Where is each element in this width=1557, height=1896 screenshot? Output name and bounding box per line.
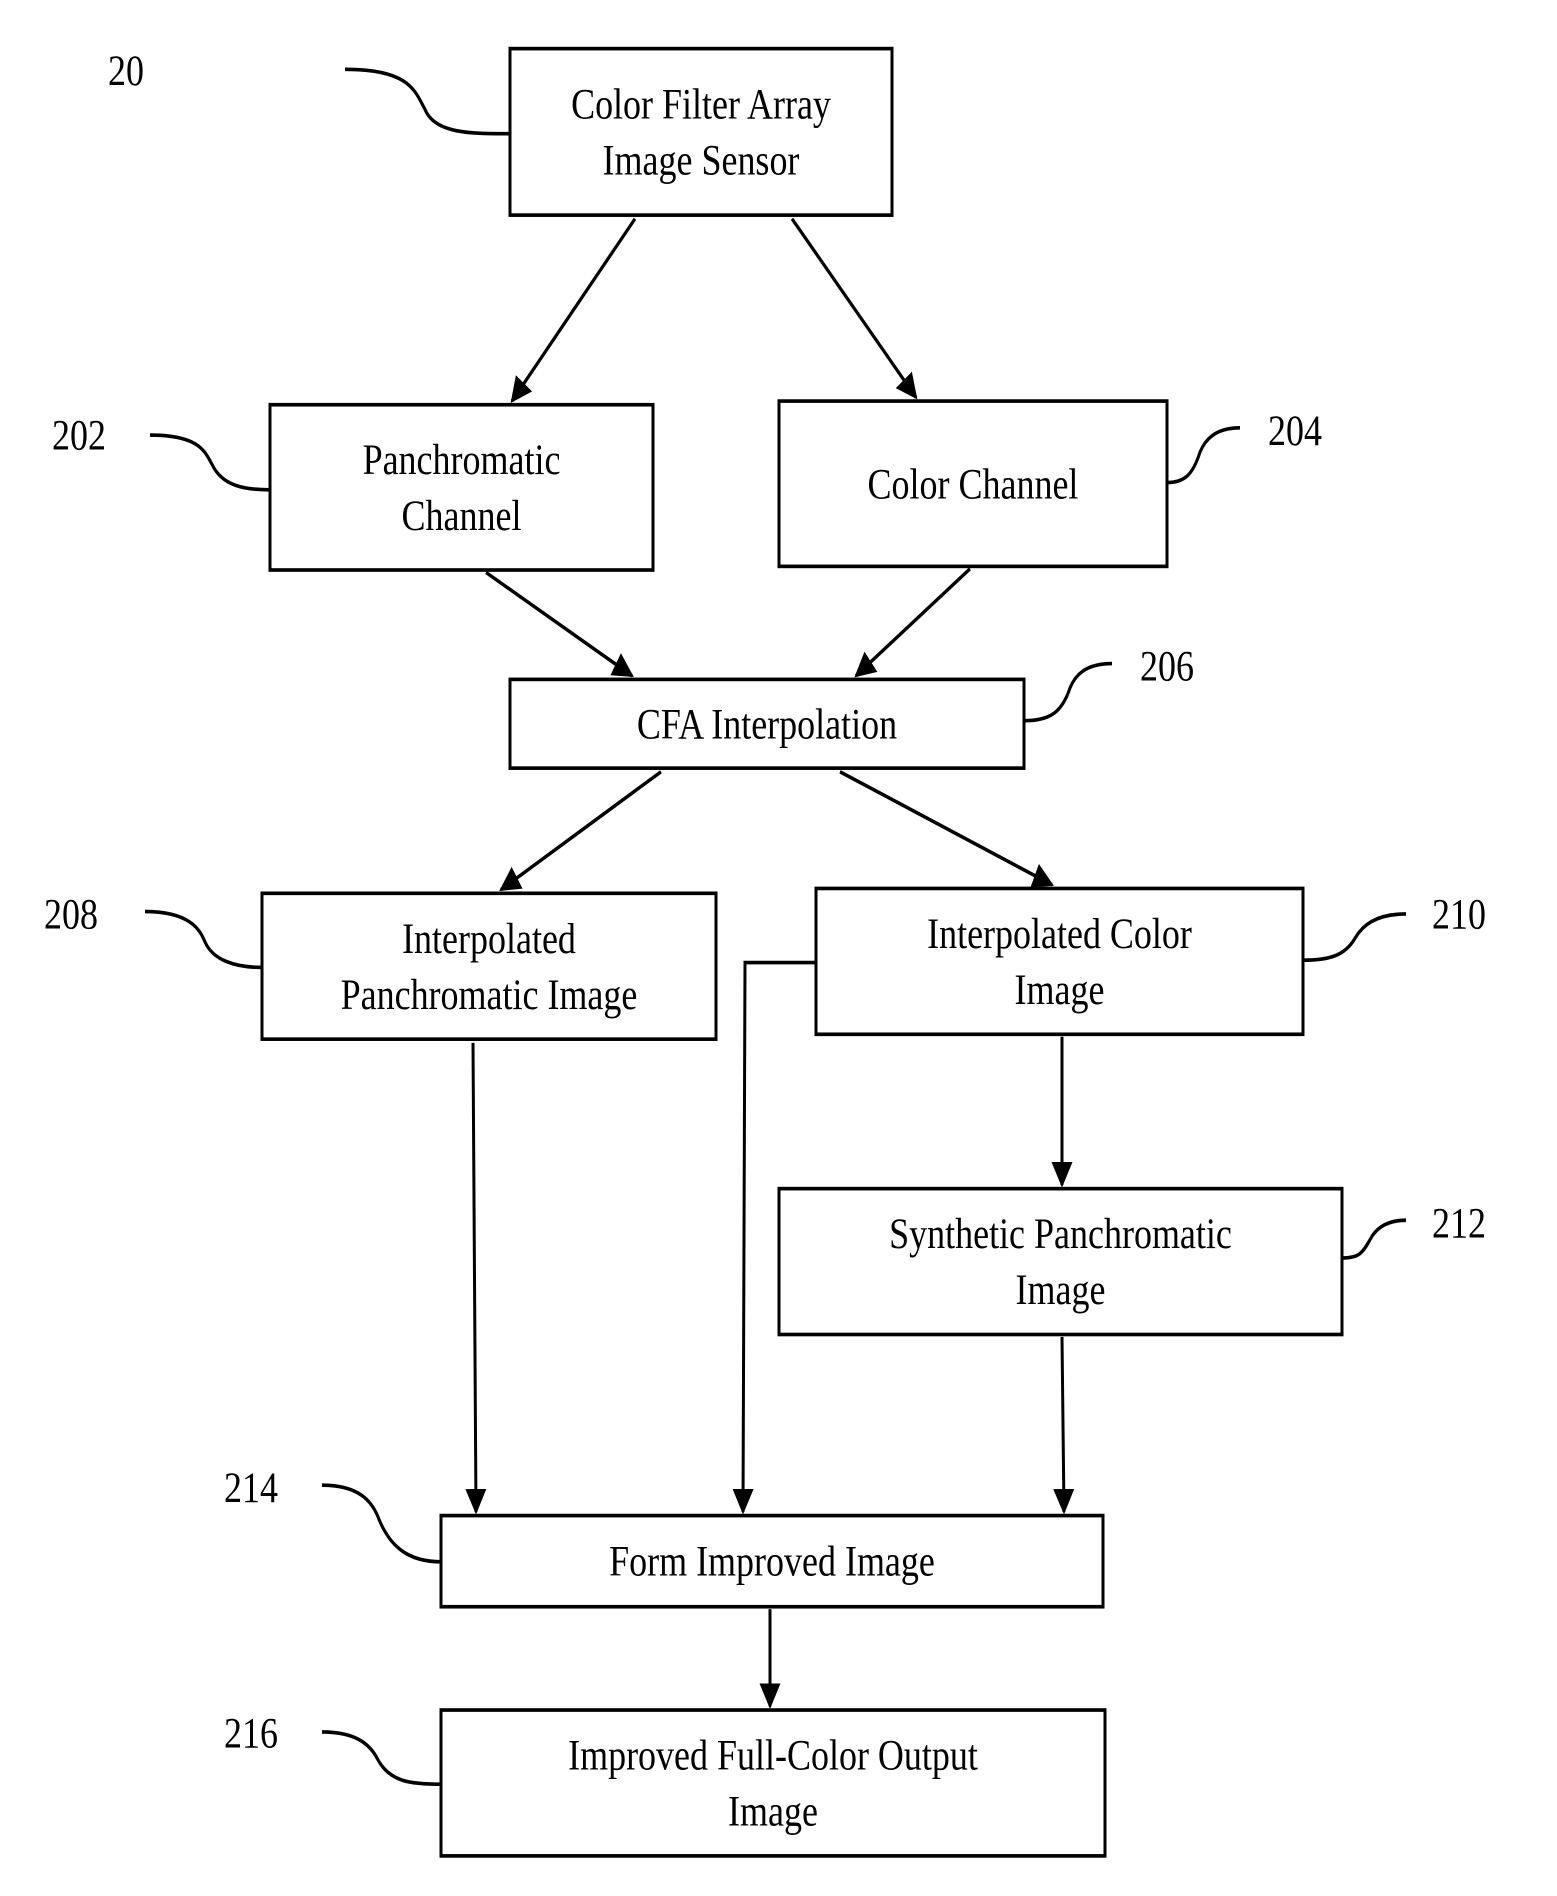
flowchart-canvas: Color Filter Array Image Sensor 20 Panchrom… [44,46,1486,1858]
reference-numeral-210: 210 [1432,889,1486,938]
node-label-20-line-2: Image Sensor [603,135,800,184]
reference-numeral-206: 206 [1140,641,1194,690]
arrow-20-to-202 [510,217,637,404]
node-label-210-line-2: Image [1015,965,1105,1014]
node-208: Interpolated Panchromatic Image 208 [44,889,718,1041]
node-label-20-line-1: Color Filter Array [571,79,831,128]
node-label-202-line-1: Panchromatic [363,435,561,484]
node-box-20 [508,46,894,217]
arrow-20-to-204 [790,217,918,400]
leader-line-214 [321,1483,442,1564]
node-204: Color Channel 204 [777,399,1322,569]
arrow-204-to-206 [854,567,971,678]
node-210: Interpolated Color Image 210 [814,886,1486,1037]
node-label-210-line-1: Interpolated Color [927,909,1192,958]
node-label-208-line-2: Panchromatic Image [341,969,638,1018]
reference-numeral-202: 202 [52,410,106,459]
node-label-206-line-1: CFA Interpolation [637,699,897,748]
arrow-206-to-208 [499,770,662,892]
leader-line-20 [344,67,511,136]
leader-line-208 [144,909,263,970]
node-label-204-line-1: Color Channel [868,459,1079,508]
reference-numeral-204: 204 [1268,406,1322,455]
reference-numeral-214: 214 [224,1463,278,1512]
node-216: Improved Full-Color Output Image 216 [224,1708,1107,1858]
arrow-206-to-210 [839,770,1054,888]
node-212: Synthetic Panchromatic Image 212 [777,1186,1486,1337]
reference-numeral-208: 208 [44,889,98,938]
node-214: Form Improved Image 214 [224,1463,1105,1609]
node-label-214-line-1: Form Improved Image [609,1536,935,1585]
leader-line-216 [321,1730,442,1787]
leader-line-204 [1166,425,1241,485]
node-label-212-line-2: Image [1016,1265,1106,1314]
node-box-202 [268,402,655,572]
leader-line-202 [149,433,271,492]
node-label-216-line-1: Improved Full-Color Output [568,1730,978,1779]
nodes-layer: Color Filter Array Image Sensor 20 Panchrom… [44,46,1486,1858]
reference-numeral-216: 216 [224,1708,278,1757]
node-20: Color Filter Array Image Sensor 20 [108,46,894,217]
leader-line-206 [1023,661,1113,723]
arrow-202-to-206 [485,570,634,678]
arrow-208-to-214 [465,1042,487,1515]
leader-line-212 [1341,1218,1407,1260]
node-label-212-line-1: Synthetic Panchromatic [889,1209,1232,1258]
node-label-202-line-2: Channel [402,491,522,540]
node-label-208-line-1: Interpolated [402,914,576,963]
leader-line-210 [1302,912,1407,962]
reference-numeral-20: 20 [108,46,144,95]
reference-numeral-212: 212 [1432,1198,1486,1247]
arrow-212-to-214 [1053,1336,1075,1515]
node-label-216-line-2: Image [728,1786,818,1835]
node-202: Panchromatic Channel 202 [52,402,655,572]
